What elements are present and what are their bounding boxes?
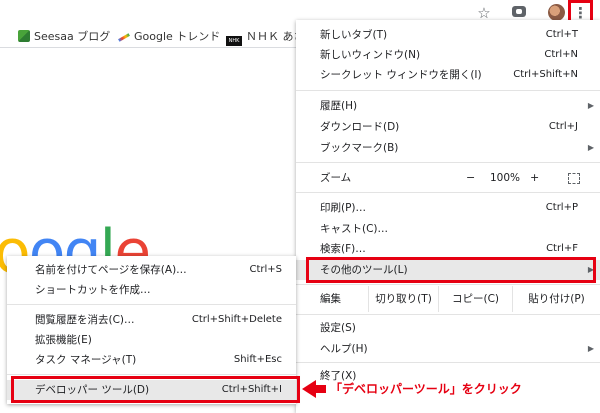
menu-history[interactable]: 履歴(H) ▶ — [296, 96, 600, 116]
menu-downloads[interactable]: ダウンロード(D) Ctrl+J — [296, 117, 600, 137]
submenu-create-shortcut[interactable]: ショートカットを作成… — [7, 280, 296, 300]
menu-new-window[interactable]: 新しいウィンドウ(N) Ctrl+N — [296, 45, 600, 65]
menu-separator — [296, 284, 600, 285]
seesaa-icon — [18, 30, 30, 42]
menu-cast[interactable]: キャスト(C)… — [296, 219, 600, 239]
menu-settings[interactable]: 設定(S) — [296, 318, 600, 338]
submenu-arrow-icon: ▶ — [587, 143, 594, 152]
cut-button[interactable]: 切り取り(T) — [368, 286, 438, 312]
menu-separator — [296, 90, 600, 91]
submenu-separator — [7, 374, 296, 375]
submenu-extensions[interactable]: 拡張機能(E) — [7, 330, 296, 350]
chrome-main-menu: 新しいタブ(T) Ctrl+T 新しいウィンドウ(N) Ctrl+N シークレット … — [296, 20, 600, 413]
profile-avatar[interactable] — [548, 4, 565, 21]
dev-tools-highlight-frame — [11, 376, 300, 403]
fullscreen-icon[interactable] — [568, 173, 580, 184]
nhk-icon: NHK — [226, 36, 242, 46]
menu-bookmarks[interactable]: ブックマーク(B) ▶ — [296, 138, 600, 158]
menu-separator — [296, 192, 600, 193]
more-tools-highlight-frame — [306, 257, 596, 283]
menu-separator — [296, 362, 600, 363]
menu-find[interactable]: 検索(F)… Ctrl+F — [296, 239, 600, 259]
extension-icon[interactable] — [512, 6, 526, 17]
annotation-arrow-shaft — [314, 385, 326, 393]
submenu-save-page[interactable]: 名前を付けてページを保存(A)… Ctrl+S — [7, 260, 296, 280]
submenu-separator — [7, 304, 296, 305]
menu-edit-row: 編集 切り取り(T) コピー(C) 貼り付け(P) — [296, 286, 600, 312]
copy-button[interactable]: コピー(C) — [438, 286, 512, 312]
submenu-task-manager[interactable]: タスク マネージャ(T) Shift+Esc — [7, 350, 296, 370]
zoom-in-button[interactable]: + — [530, 168, 539, 188]
menu-new-tab[interactable]: 新しいタブ(T) Ctrl+T — [296, 25, 600, 45]
bookmark-nhk[interactable]: NHK ＮＨＫ あさ — [226, 29, 305, 46]
bookmark-google-trends[interactable]: Google トレンド — [118, 29, 220, 45]
zoom-out-button[interactable]: − — [466, 168, 475, 188]
annotation-text: 「デベロッパーツール」をクリック — [330, 382, 522, 396]
submenu-clear-history[interactable]: 閲覧履歴を消去(C)… Ctrl+Shift+Delete — [7, 310, 296, 330]
menu-help[interactable]: ヘルプ(H) ▶ — [296, 339, 600, 359]
menu-incognito[interactable]: シークレット ウィンドウを開く(I) Ctrl+Shift+N — [296, 65, 600, 85]
menu-separator — [296, 162, 600, 163]
menu-separator — [296, 314, 600, 315]
trend-icon — [118, 30, 130, 42]
menu-print[interactable]: 印刷(P)… Ctrl+P — [296, 198, 600, 218]
bookmark-seesaa[interactable]: Seesaa ブログ — [18, 29, 110, 45]
menu-zoom: ズーム − 100% + — [296, 168, 600, 188]
submenu-arrow-icon: ▶ — [587, 344, 594, 353]
submenu-arrow-icon: ▶ — [587, 101, 594, 110]
paste-button[interactable]: 貼り付け(P) — [512, 286, 600, 312]
zoom-level: 100% — [490, 172, 521, 184]
